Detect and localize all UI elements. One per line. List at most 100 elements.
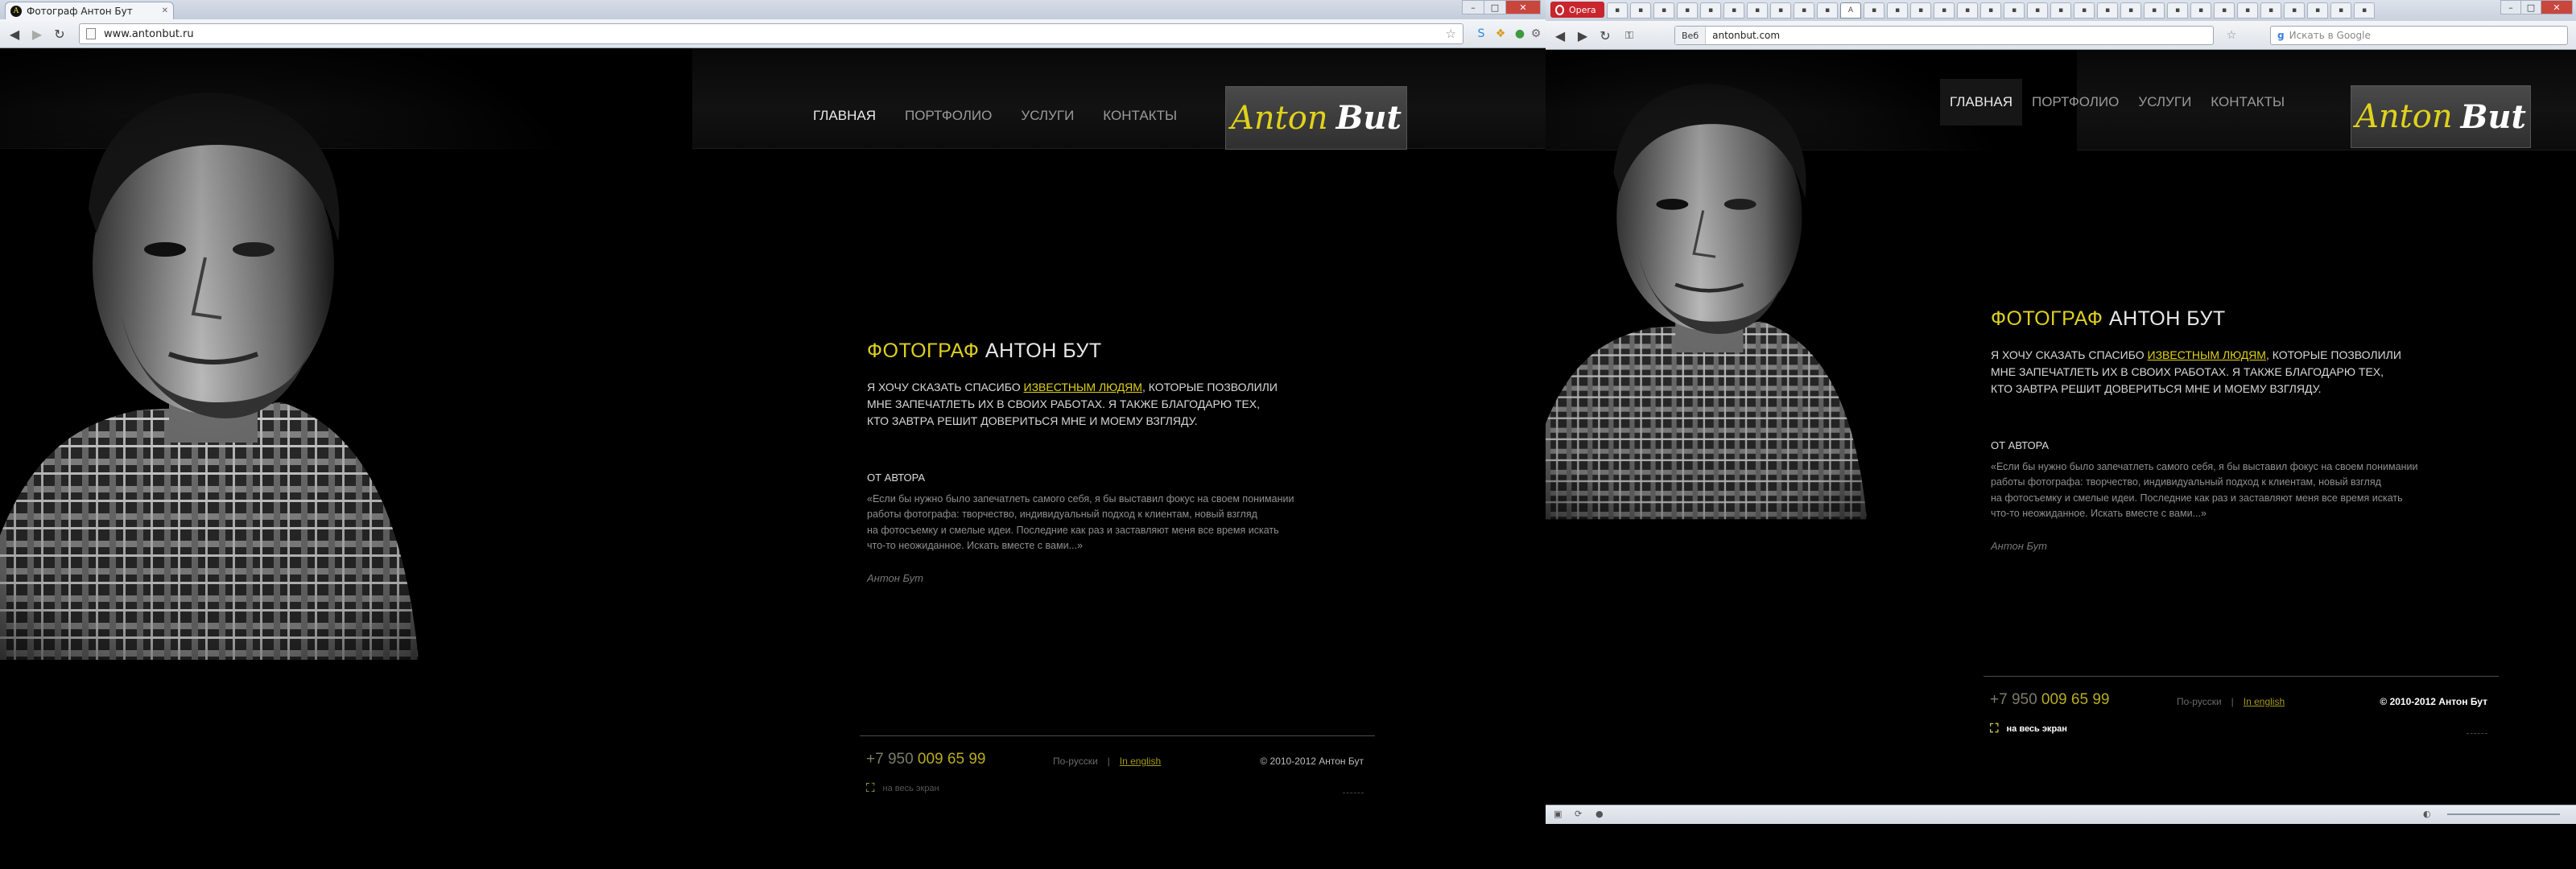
opera-menu-label: Opera: [1569, 4, 1596, 15]
opera-tab[interactable]: ▪: [2144, 2, 2165, 19]
fullscreen-toggle[interactable]: ⛶ на весь экран: [866, 781, 939, 795]
phone-prefix: +7 950: [1990, 691, 2041, 708]
opera-menu-button[interactable]: Opera: [1550, 2, 1604, 18]
chrome-toolbar: ◀ ▶ ↻ www.antonbut.ru ☆ S ❖ ● ⚙: [0, 19, 1546, 48]
famous-people-link[interactable]: ИЗВЕСТНЫМ ЛЮДЯМ: [1024, 381, 1142, 393]
minimize-icon[interactable]: –: [2500, 0, 2521, 14]
intro-before: Я ХОЧУ СКАЗАТЬ СПАСИБО: [867, 381, 1024, 393]
forward-icon[interactable]: ▶: [1573, 26, 1592, 45]
opera-tab[interactable]: ▪: [1817, 2, 1838, 19]
fullscreen-toggle[interactable]: ⛶ на весь экран: [1990, 722, 2067, 735]
opera-tab[interactable]: ▪: [1887, 2, 1908, 19]
nav-link-portfolio[interactable]: ПОРТФОЛИО: [905, 106, 992, 126]
logo-last-name: But: [1335, 99, 1402, 137]
opera-tab[interactable]: ▪: [2097, 2, 2118, 19]
bookmark-star-icon[interactable]: ☆: [1446, 27, 1456, 41]
main-content: ФОТОГРАФ АНТОН БУТ Я ХОЧУ СКАЗАТЬ СПАСИБ…: [1991, 307, 2417, 552]
site-logo[interactable]: Anton But: [1225, 86, 1407, 150]
title-accent: ФОТОГРАФ: [867, 340, 980, 362]
opera-tab[interactable]: ▪: [2167, 2, 2188, 19]
wrench-icon[interactable]: ⚙: [1528, 26, 1544, 42]
opera-tab[interactable]: ▪: [1700, 2, 1721, 19]
nav-link-portfolio[interactable]: ПОРТФОЛИО: [2022, 79, 2128, 126]
opera-tab[interactable]: ▪: [1630, 2, 1651, 19]
opera-tab[interactable]: ▪: [1653, 2, 1674, 19]
opera-tab[interactable]: ▪: [2330, 2, 2351, 19]
reload-icon[interactable]: ↻: [1596, 26, 1615, 45]
opera-tab[interactable]: ▪: [1607, 2, 1628, 19]
intro-text: Я ХОЧУ СКАЗАТЬ СПАСИБО ИЗВЕСТНЫМ ЛЮДЯМ, …: [1991, 347, 2417, 397]
nav-link-services[interactable]: УСЛУГИ: [1021, 106, 1074, 126]
lang-russian-link[interactable]: По-русски: [1053, 756, 1098, 767]
extension-icon[interactable]: ❖: [1492, 26, 1509, 42]
nav-link-services[interactable]: УСЛУГИ: [2128, 79, 2201, 126]
opera-tab[interactable]: ▪: [2050, 2, 2071, 19]
lang-separator: |: [1107, 756, 1110, 767]
opera-tab[interactable]: ▪: [2260, 2, 2281, 19]
opera-tab[interactable]: ▪: [1747, 2, 1768, 19]
opera-tab[interactable]: ▪: [2027, 2, 2048, 19]
close-window-icon[interactable]: ✕: [1505, 0, 1541, 14]
opera-tab[interactable]: ▪: [1980, 2, 2001, 19]
opera-tab[interactable]: ▪: [2004, 2, 2025, 19]
opera-tab-active[interactable]: A: [1840, 2, 1861, 19]
opera-tab[interactable]: ▪: [1794, 2, 1814, 19]
chrome-tab-title: Фотограф Антон Бут: [27, 5, 133, 17]
lang-english-link[interactable]: In english: [1120, 756, 1161, 767]
address-bar[interactable]: www.antonbut.ru ☆: [79, 23, 1463, 44]
back-icon[interactable]: ◀: [1550, 26, 1570, 45]
bookmark-star-icon[interactable]: ☆: [2222, 26, 2241, 45]
sync-icon[interactable]: ⟳: [1575, 809, 1582, 819]
opera-tab[interactable]: ▪: [2237, 2, 2258, 19]
zoom-slider[interactable]: [2447, 813, 2560, 815]
search-box[interactable]: g Искать в Google: [2270, 26, 2568, 45]
reload-icon[interactable]: ↻: [50, 24, 69, 43]
opera-tab[interactable]: ▪: [1934, 2, 1955, 19]
opera-tab[interactable]: ▪: [2214, 2, 2235, 19]
opera-logo-icon: [1555, 4, 1564, 15]
opera-tab[interactable]: ▪: [1724, 2, 1744, 19]
site-logo[interactable]: Anton But: [2351, 85, 2531, 148]
opera-tab[interactable]: ▪: [1677, 2, 1698, 19]
opera-tab[interactable]: ▪: [1864, 2, 1885, 19]
quote-line-1: «Если бы нужно было запечатлеть самого с…: [1991, 461, 2418, 472]
view-icon[interactable]: ◐: [2423, 809, 2431, 819]
author-signature: Антон Бут: [867, 571, 924, 584]
nav-link-home[interactable]: ГЛАВНАЯ: [1940, 79, 2022, 126]
close-window-icon[interactable]: ✕: [2541, 0, 2573, 14]
page-title: ФОТОГРАФ АНТОН БУТ: [867, 340, 1294, 363]
opera-tab[interactable]: ▪: [1910, 2, 1931, 19]
nav-link-contacts[interactable]: КОНТАКТЫ: [1103, 106, 1177, 126]
minimize-icon[interactable]: –: [1462, 0, 1484, 14]
opera-tab[interactable]: ▪: [2074, 2, 2095, 19]
opera-tab[interactable]: ▪: [2307, 2, 2328, 19]
nav-link-home[interactable]: ГЛАВНАЯ: [813, 106, 876, 126]
chrome-tab[interactable]: A Фотограф Антон Бут ✕: [5, 2, 174, 19]
close-tab-icon[interactable]: ✕: [162, 6, 168, 15]
extension-icon[interactable]: ●: [1512, 26, 1528, 42]
author-quote: «Если бы нужно было запечатлеть самого с…: [1991, 459, 2417, 522]
panel-toggle-icon[interactable]: ▣: [1554, 809, 1562, 819]
address-bar[interactable]: Веб antonbut.com: [1674, 26, 2214, 45]
lang-russian-link[interactable]: По-русски: [2177, 696, 2222, 707]
maximize-icon[interactable]: □: [2520, 0, 2541, 14]
opera-tab[interactable]: ▪: [2190, 2, 2211, 19]
maximize-icon[interactable]: □: [1484, 0, 1506, 14]
main-nav: ГЛАВНАЯ ПОРТФОЛИО УСЛУГИ КОНТАКТЫ: [813, 106, 1177, 126]
famous-people-link[interactable]: ИЗВЕСТНЫМ ЛЮДЯМ: [2148, 348, 2266, 361]
opera-tab[interactable]: ▪: [2354, 2, 2375, 19]
opera-tab[interactable]: ▪: [2284, 2, 2305, 19]
nav-link-contacts[interactable]: КОНТАКТЫ: [2201, 79, 2294, 126]
phone-digits: 009 65 99: [917, 751, 986, 768]
opera-tab[interactable]: ▪: [1957, 2, 1978, 19]
forward-icon[interactable]: ▶: [27, 24, 47, 43]
lang-english-link[interactable]: In english: [2244, 696, 2285, 707]
back-icon[interactable]: ◀: [5, 24, 24, 43]
key-icon[interactable]: ⚿: [1620, 26, 1639, 45]
quote-line-3: на фотосъемку и смелые идеи. Последние к…: [1991, 492, 2403, 504]
phone-digits: 009 65 99: [2041, 691, 2110, 708]
speed-dial-icon[interactable]: ●: [1596, 809, 1604, 819]
skype-extension-icon[interactable]: S: [1473, 26, 1489, 42]
opera-tab[interactable]: ▪: [1770, 2, 1791, 19]
opera-tab[interactable]: ▪: [2120, 2, 2141, 19]
